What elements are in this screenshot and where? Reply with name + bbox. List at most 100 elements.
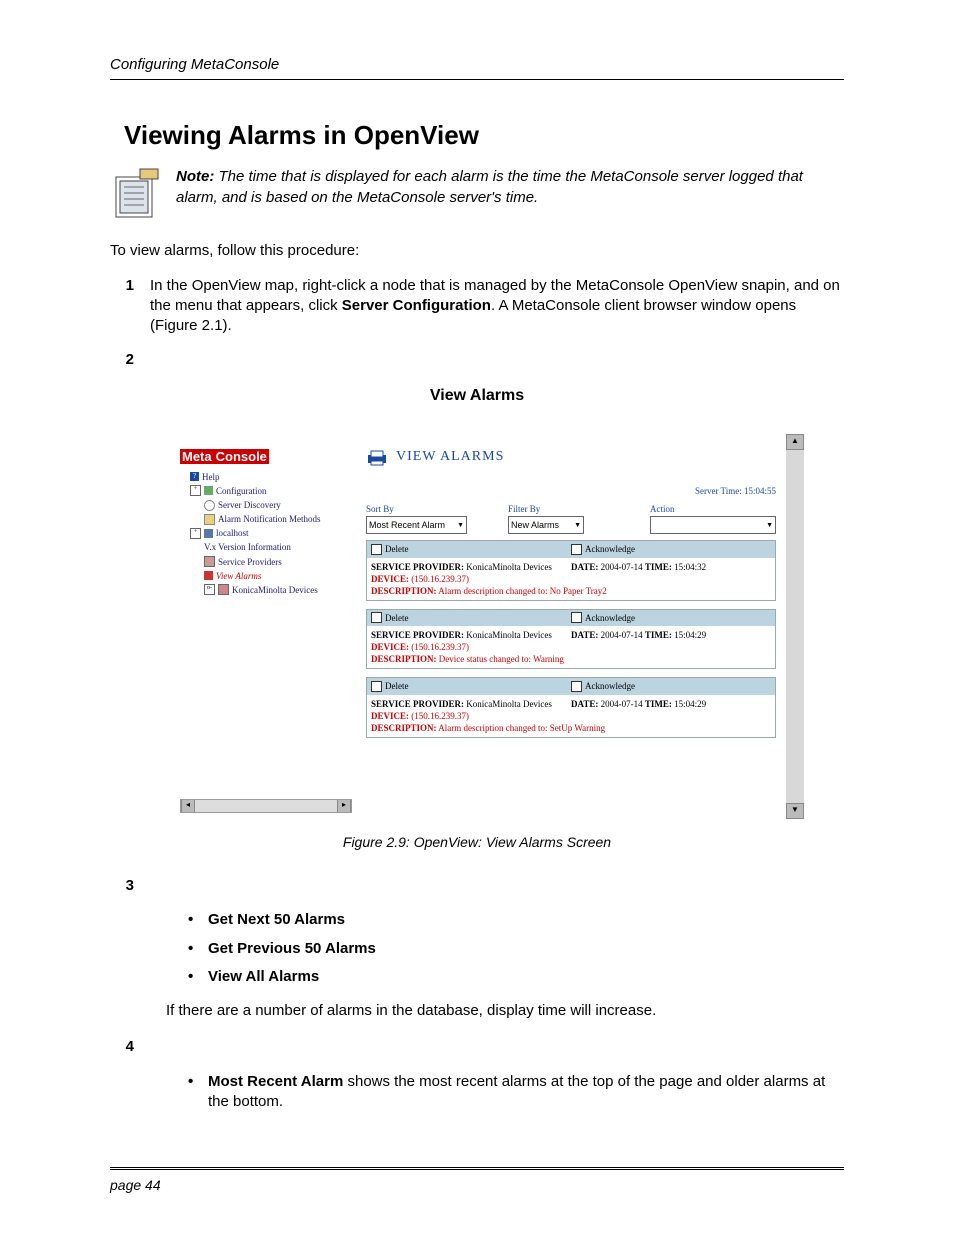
scroll-up-icon[interactable]: ▲ bbox=[786, 434, 804, 450]
device-label: DEVICE: bbox=[371, 711, 409, 721]
sidebar: MetaConsole ?Help +Configuration Server … bbox=[180, 448, 350, 597]
step-body bbox=[150, 350, 844, 370]
page: Configuring MetaConsole Viewing Alarms i… bbox=[0, 0, 954, 1235]
list-item: •Most Recent Alarm shows the most recent… bbox=[188, 1072, 844, 1113]
horizontal-scrollbar[interactable]: ◂ ▸ bbox=[180, 799, 352, 813]
tree-server-discovery[interactable]: Server Discovery bbox=[180, 498, 350, 512]
list-item: •View All Alarms bbox=[188, 967, 844, 987]
sp-value: KonicaMinolta Devices bbox=[466, 630, 552, 640]
alarm-body: SERVICE PROVIDER: KonicaMinolta Devices … bbox=[367, 626, 775, 668]
step1-bold: Server Configuration bbox=[342, 297, 491, 314]
tree-sp-label: Service Providers bbox=[218, 556, 282, 568]
tree-view-alarms[interactable]: View Alarms bbox=[180, 569, 350, 583]
nav-tree: ?Help + Configuration Server Discovery Al… bbox=[180, 470, 350, 597]
device-value: (150.16.239.37) bbox=[411, 711, 469, 721]
time-label: TIME: bbox=[645, 630, 672, 640]
desc-value: Alarm description changed to: No Paper T… bbox=[438, 586, 606, 596]
figure-caption: Figure 2.9: OpenView: View Alarms Screen bbox=[110, 833, 844, 852]
magnifier-icon bbox=[204, 500, 215, 511]
list-item: • Get Previous 50 Alarms bbox=[188, 939, 844, 959]
delete-checkbox[interactable] bbox=[371, 612, 382, 623]
printer-icon bbox=[366, 449, 388, 467]
sp-value: KonicaMinolta Devices bbox=[466, 562, 552, 572]
tree-help[interactable]: ?Help bbox=[180, 470, 350, 484]
date-value: 2004-07-14 bbox=[601, 699, 643, 709]
section-title: Viewing Alarms in OpenView bbox=[124, 118, 844, 153]
delete-checkbox[interactable] bbox=[371, 544, 382, 555]
time-value: 15:04:29 bbox=[674, 630, 706, 640]
delete-checkbox[interactable] bbox=[371, 681, 382, 692]
footer: page 44 bbox=[110, 1167, 844, 1195]
ack-checkbox[interactable] bbox=[571, 681, 582, 692]
chevron-down-icon: ▼ bbox=[574, 521, 581, 530]
tree-service-providers[interactable]: Service Providers bbox=[180, 555, 350, 569]
time-value: 15:04:29 bbox=[674, 699, 706, 709]
device-value: (150.16.239.37) bbox=[411, 574, 469, 584]
vertical-scrollbar[interactable]: ▲ ▼ bbox=[786, 434, 804, 819]
desc-value: Alarm description changed to: SetUp Warn… bbox=[438, 723, 605, 733]
action-select[interactable]: ▼ bbox=[650, 516, 776, 534]
tree-alarm-notif[interactable]: Alarm Notification Methods bbox=[180, 512, 350, 526]
bullet-icon: • bbox=[188, 1072, 198, 1113]
bullet-icon: • bbox=[188, 910, 198, 930]
alarm-body: SERVICE PROVIDER: KonicaMinolta Devices … bbox=[367, 695, 775, 737]
tree-version-info[interactable]: V.x Version Information bbox=[180, 540, 350, 554]
figure: ▲ ▼ MetaConsole ?Help +Configuration Ser… bbox=[166, 434, 844, 819]
expand-icon[interactable]: + bbox=[190, 485, 201, 496]
alarm-body: SERVICE PROVIDER: KonicaMinolta Devices … bbox=[367, 558, 775, 600]
note-block: Note: The time that is displayed for eac… bbox=[110, 167, 844, 221]
filter-select[interactable]: New Alarms▼ bbox=[508, 516, 584, 534]
tree-server-discovery-label: Server Discovery bbox=[218, 499, 281, 511]
bullet-text: Get Previous 50 Alarms bbox=[208, 940, 376, 957]
alarms-list: Delete Acknowledge SERVICE PROVIDER: Kon… bbox=[366, 540, 776, 738]
step3-bullets: •Get Next 50 Alarms • Get Previous 50 Ala… bbox=[188, 910, 844, 987]
step-3: 3 bbox=[110, 876, 844, 896]
sp-label: SERVICE PROVIDER: bbox=[371, 562, 464, 572]
date-value: 2004-07-14 bbox=[601, 562, 643, 572]
tree-help-label: Help bbox=[202, 471, 220, 483]
ack-checkbox[interactable] bbox=[571, 612, 582, 623]
step-number: 3 bbox=[110, 876, 134, 896]
step-body: In the OpenView map, right-click a node … bbox=[150, 276, 844, 337]
alarm-item: Delete Acknowledge SERVICE PROVIDER: Kon… bbox=[366, 540, 776, 601]
date-value: 2004-07-14 bbox=[601, 630, 643, 640]
list-item: •Get Next 50 Alarms bbox=[188, 910, 844, 930]
collapse-icon[interactable]: o- bbox=[204, 584, 215, 595]
alarm-item: Delete Acknowledge SERVICE PROVIDER: Kon… bbox=[366, 677, 776, 738]
step-number: 2 bbox=[110, 350, 134, 370]
pane-title: VIEW ALARMS bbox=[366, 448, 776, 467]
sort-label: Sort By bbox=[366, 503, 508, 515]
date-label: DATE: bbox=[571, 630, 598, 640]
delete-label: Delete bbox=[385, 680, 408, 692]
sort-column: Sort By Most Recent Alarm▼ bbox=[366, 503, 508, 534]
chevron-down-icon: ▼ bbox=[766, 521, 773, 530]
scroll-down-icon[interactable]: ▼ bbox=[786, 803, 804, 819]
server-time: Server Time: 15:04:55 bbox=[366, 485, 776, 497]
note-text: The time that is displayed for each alar… bbox=[176, 168, 803, 205]
ack-checkbox[interactable] bbox=[571, 544, 582, 555]
step-number: 1 bbox=[110, 276, 134, 337]
filter-column: Filter By New Alarms▼ bbox=[508, 503, 650, 534]
server-icon bbox=[204, 529, 213, 538]
tree-config-label: Configuration bbox=[216, 485, 267, 497]
scroll-left-icon[interactable]: ◂ bbox=[181, 800, 195, 812]
bullet-icon: • bbox=[188, 939, 198, 959]
chevron-down-icon: ▼ bbox=[457, 521, 464, 530]
running-header: Configuring MetaConsole bbox=[110, 55, 844, 80]
tree-localhost[interactable]: +localhost bbox=[180, 526, 350, 540]
folder-icon bbox=[204, 486, 213, 495]
logo-console: Console bbox=[214, 449, 269, 464]
device-icon bbox=[218, 584, 229, 595]
sp-label: SERVICE PROVIDER: bbox=[371, 699, 464, 709]
bullet-bold: Most Recent Alarm bbox=[208, 1073, 343, 1090]
tree-configuration[interactable]: + Configuration bbox=[180, 484, 350, 498]
desc-label: DESCRIPTION: bbox=[371, 654, 437, 664]
note-icon bbox=[110, 167, 164, 221]
tree-km-label: KonicaMinolta Devices bbox=[232, 584, 318, 596]
tree-km-devices[interactable]: o- KonicaMinolta Devices bbox=[180, 583, 350, 597]
delete-label: Delete bbox=[385, 543, 408, 555]
desc-label: DESCRIPTION: bbox=[371, 586, 437, 596]
expand-icon[interactable]: + bbox=[190, 528, 201, 539]
sort-select[interactable]: Most Recent Alarm▼ bbox=[366, 516, 467, 534]
scroll-right-icon[interactable]: ▸ bbox=[337, 800, 351, 812]
